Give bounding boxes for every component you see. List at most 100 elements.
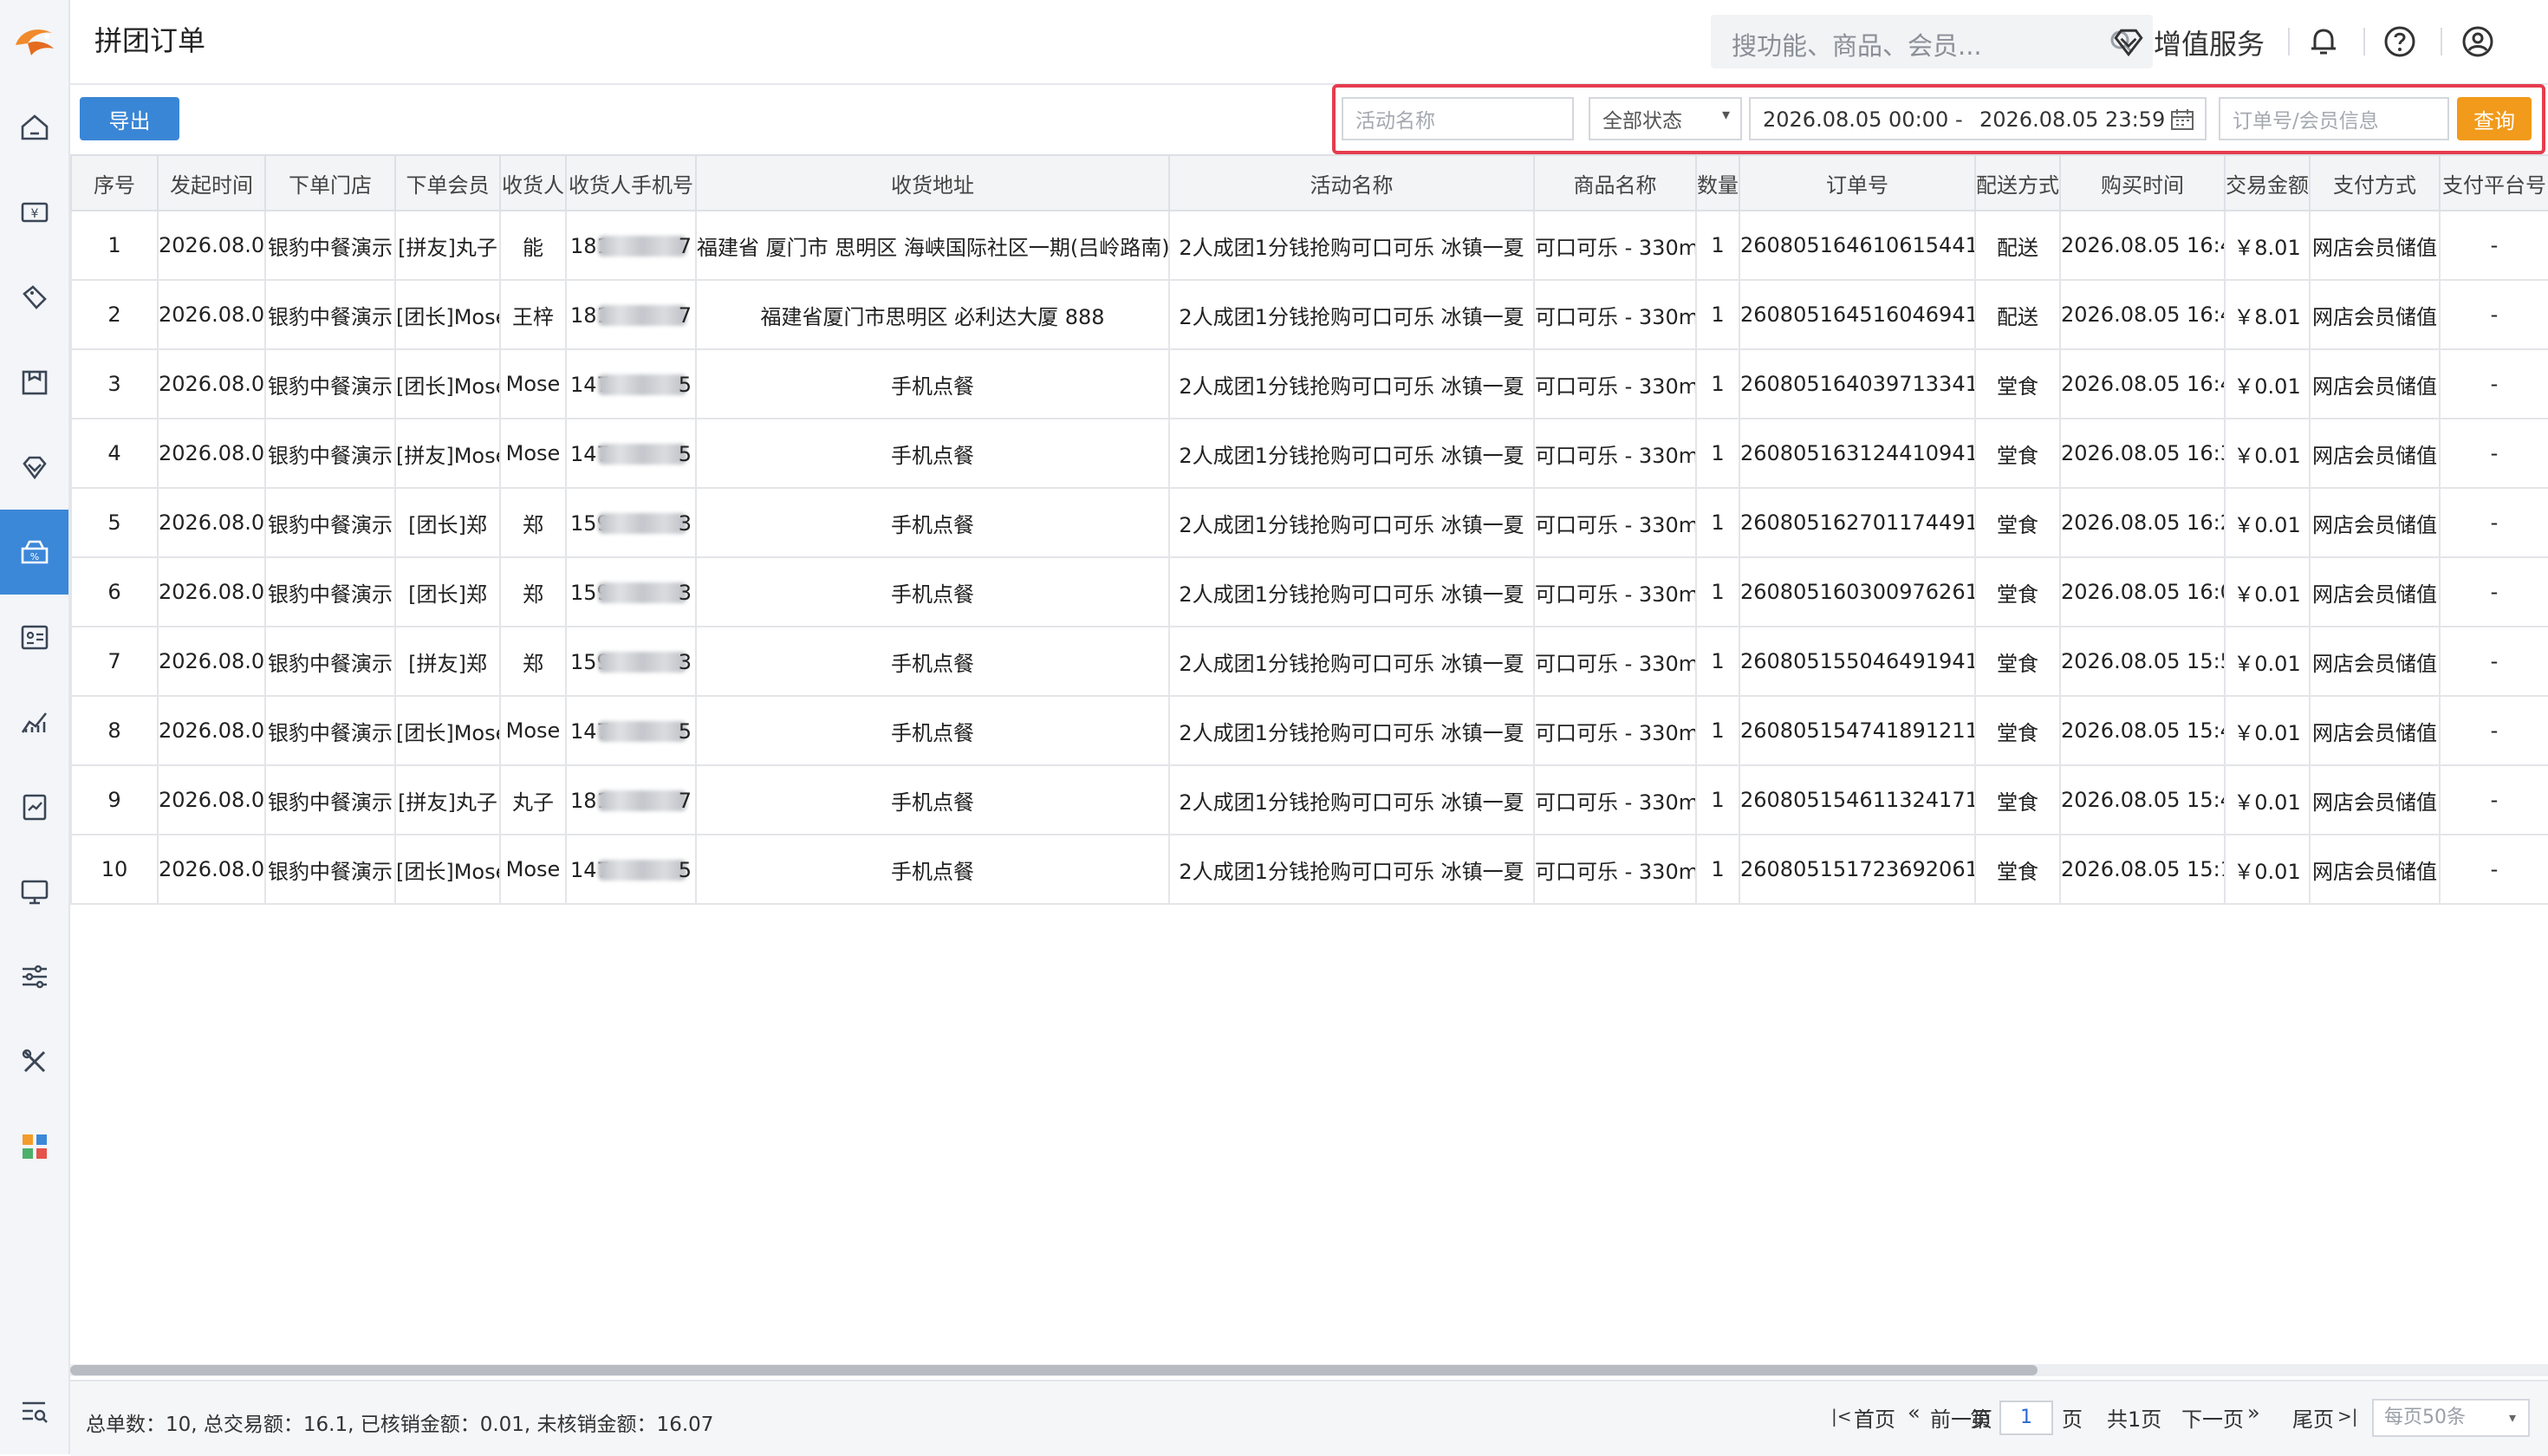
table-row[interactable]: 72026.08.05银豹中餐演示[拼友]郑郑1593手机点餐2人成团1分钱抢购… (70, 626, 2548, 697)
sidebar-item-orders[interactable] (0, 340, 68, 425)
bell-icon[interactable] (2304, 23, 2343, 61)
col-header[interactable]: 数量 (1695, 154, 1740, 211)
phone-suffix: 5 (678, 442, 692, 466)
table-row[interactable]: 82026.08.05银豹中餐演示[团长]MoseMose1475手机点餐2人成… (70, 695, 2548, 766)
quantity: 1 (1695, 210, 1740, 281)
row-index: 5 (70, 487, 159, 558)
receiver-name: 王梓 (499, 279, 567, 350)
col-header[interactable]: 支付平台号 (2439, 154, 2548, 211)
brand-logo-icon[interactable] (9, 10, 61, 69)
phone-redaction (598, 790, 686, 811)
purchase-time: 2026.08.05 16:03 (2059, 556, 2226, 627)
start-date: 2026.08.05 (157, 556, 266, 627)
col-header[interactable]: 下单会员 (394, 154, 501, 211)
payment-platform-no: - (2439, 556, 2548, 627)
table-row[interactable]: 92026.08.05银豹中餐演示[拼友]丸子丸子1817手机点餐2人成团1分钱… (70, 764, 2548, 835)
sidebar-item-report[interactable] (0, 764, 68, 849)
sidebar-item-settings[interactable] (0, 934, 68, 1019)
payment-method: 网店会员储值 (2309, 695, 2441, 766)
phone-redaction (598, 374, 686, 395)
col-header[interactable]: 商品名称 (1533, 154, 1697, 211)
order-number: 26080516451604694104 (1739, 279, 1976, 350)
start-date: 2026.08.05 (157, 764, 266, 835)
activity-name-input[interactable]: 活动名称 (1342, 97, 1574, 140)
table-row[interactable]: 62026.08.05银豹中餐演示[团长]郑郑1593手机点餐2人成团1分钱抢购… (70, 556, 2548, 627)
table-row[interactable]: 102026.08.05银豹中餐演示[团长]MoseMose1475手机点餐2人… (70, 834, 2548, 905)
purchase-time: 2026.08.05 16:46 (2059, 210, 2226, 281)
svg-text:¥: ¥ (30, 207, 38, 221)
sidebar-item-member[interactable] (0, 425, 68, 510)
table-row[interactable]: 32026.08.05银豹中餐演示[团长]MoseMose1475手机点餐2人成… (70, 348, 2548, 419)
col-header[interactable]: 收货地址 (695, 154, 1170, 211)
col-header[interactable]: 支付方式 (2309, 154, 2441, 211)
col-header[interactable]: 购买时间 (2059, 154, 2226, 211)
sidebar-item-search-list[interactable] (0, 1369, 68, 1454)
col-header[interactable]: 收货人 (499, 154, 567, 211)
table-row[interactable]: 52026.08.05银豹中餐演示[团长]郑郑1593手机点餐2人成团1分钱抢购… (70, 487, 2548, 558)
col-header[interactable]: 序号 (70, 154, 159, 211)
sidebar-item-coupon[interactable] (0, 255, 68, 340)
col-header[interactable]: 发起时间 (157, 154, 266, 211)
col-header[interactable]: 活动名称 (1168, 154, 1535, 211)
sidebar-item-group-buy[interactable]: % (0, 510, 68, 595)
col-header[interactable]: 下单门店 (264, 154, 396, 211)
sidebar-item-analytics[interactable] (0, 679, 68, 764)
order-member: [团长]Mose (394, 695, 501, 766)
col-header[interactable]: 交易金额 (2224, 154, 2311, 211)
value-added-service-button[interactable]: 增值服务 (2112, 16, 2265, 69)
next-page-link[interactable]: 下一页 (2181, 1402, 2244, 1433)
global-search-input[interactable]: 搜功能、商品、会员... (1711, 15, 2153, 68)
page-number-input[interactable]: 1 (1999, 1401, 2053, 1435)
query-button[interactable]: 查询 (2457, 97, 2532, 140)
horizontal-scrollbar[interactable] (70, 1364, 2548, 1376)
user-avatar-icon[interactable] (2459, 23, 2497, 61)
order-search-input[interactable]: 订单号/会员信息 (2219, 97, 2449, 140)
page-size-select[interactable]: 每页50条 ▾ (2372, 1399, 2530, 1437)
purchase-time: 2026.08.05 15:50 (2059, 626, 2226, 697)
receiver-name: Mose (499, 348, 567, 419)
delivery-address: 手机点餐 (695, 626, 1170, 697)
delivery-method: 堂食 (1974, 834, 2061, 905)
delivery-address: 手机点餐 (695, 764, 1170, 835)
sidebar-item-apps[interactable] (0, 1104, 68, 1189)
delivery-address: 手机点餐 (695, 834, 1170, 905)
receiver-phone: 159 3 (565, 487, 697, 558)
status-select[interactable]: 全部状态 ▾ (1589, 97, 1742, 140)
prev-page-icon[interactable]: « (1908, 1401, 1921, 1425)
export-button[interactable]: 导出 (80, 97, 179, 140)
table-row[interactable]: 12026.08.05银豹中餐演示[拼友]丸子能1817福建省 厦门市 思明区 … (70, 210, 2548, 281)
member-icon (22, 456, 47, 480)
sidebar-item-tools[interactable] (0, 1019, 68, 1104)
store-name: 银豹中餐演示 (264, 695, 396, 766)
delivery-address: 手机点餐 (695, 418, 1170, 489)
activity-name: 2人成团1分钱抢购可口可乐 冰镇一夏 (1168, 348, 1535, 419)
sidebar-item-screen[interactable] (0, 849, 68, 934)
store-name: 银豹中餐演示 (264, 418, 396, 489)
home-icon (21, 114, 48, 140)
first-page-link[interactable]: 首页 (1854, 1402, 1895, 1433)
scrollbar-thumb[interactable] (70, 1365, 2038, 1375)
last-page-link[interactable]: 尾页 (2292, 1402, 2334, 1433)
last-page-icon[interactable]: >| (2337, 1406, 2358, 1427)
delivery-address: 手机点餐 (695, 556, 1170, 627)
col-header[interactable]: 订单号 (1739, 154, 1976, 211)
sidebar-item-profile[interactable] (0, 595, 68, 679)
first-page-icon[interactable]: |< (1831, 1406, 1852, 1427)
payment-platform-no: - (2439, 348, 2548, 419)
table-row[interactable]: 22026.08.05银豹中餐演示[团长]Mose王梓1817福建省厦门市思明区… (70, 279, 2548, 350)
sidebar-item-home[interactable] (0, 85, 68, 170)
date-range-picker[interactable]: 2026.08.05 00:00 - 2026.08.05 23:59 (1749, 97, 2207, 140)
receiver-name: 丸子 (499, 764, 567, 835)
sidebar-item-cashier[interactable]: ¥ (0, 170, 68, 255)
order-member: [拼友]丸子 (394, 764, 501, 835)
help-icon[interactable] (2381, 23, 2419, 61)
product-name: 可口可乐 - 330ml (1533, 764, 1697, 835)
table-row[interactable]: 42026.08.05银豹中餐演示[拼友]MoseMose1475手机点餐2人成… (70, 418, 2548, 489)
diamond-icon (2114, 29, 2143, 57)
next-page-icon[interactable]: » (2247, 1401, 2260, 1425)
phone-suffix: 5 (678, 719, 692, 744)
col-header[interactable]: 收货人手机号 (565, 154, 697, 211)
purchase-time: 2026.08.05 16:45 (2059, 279, 2226, 350)
col-header[interactable]: 配送方式 (1974, 154, 2061, 211)
receiver-phone: 181 7 (565, 764, 697, 835)
